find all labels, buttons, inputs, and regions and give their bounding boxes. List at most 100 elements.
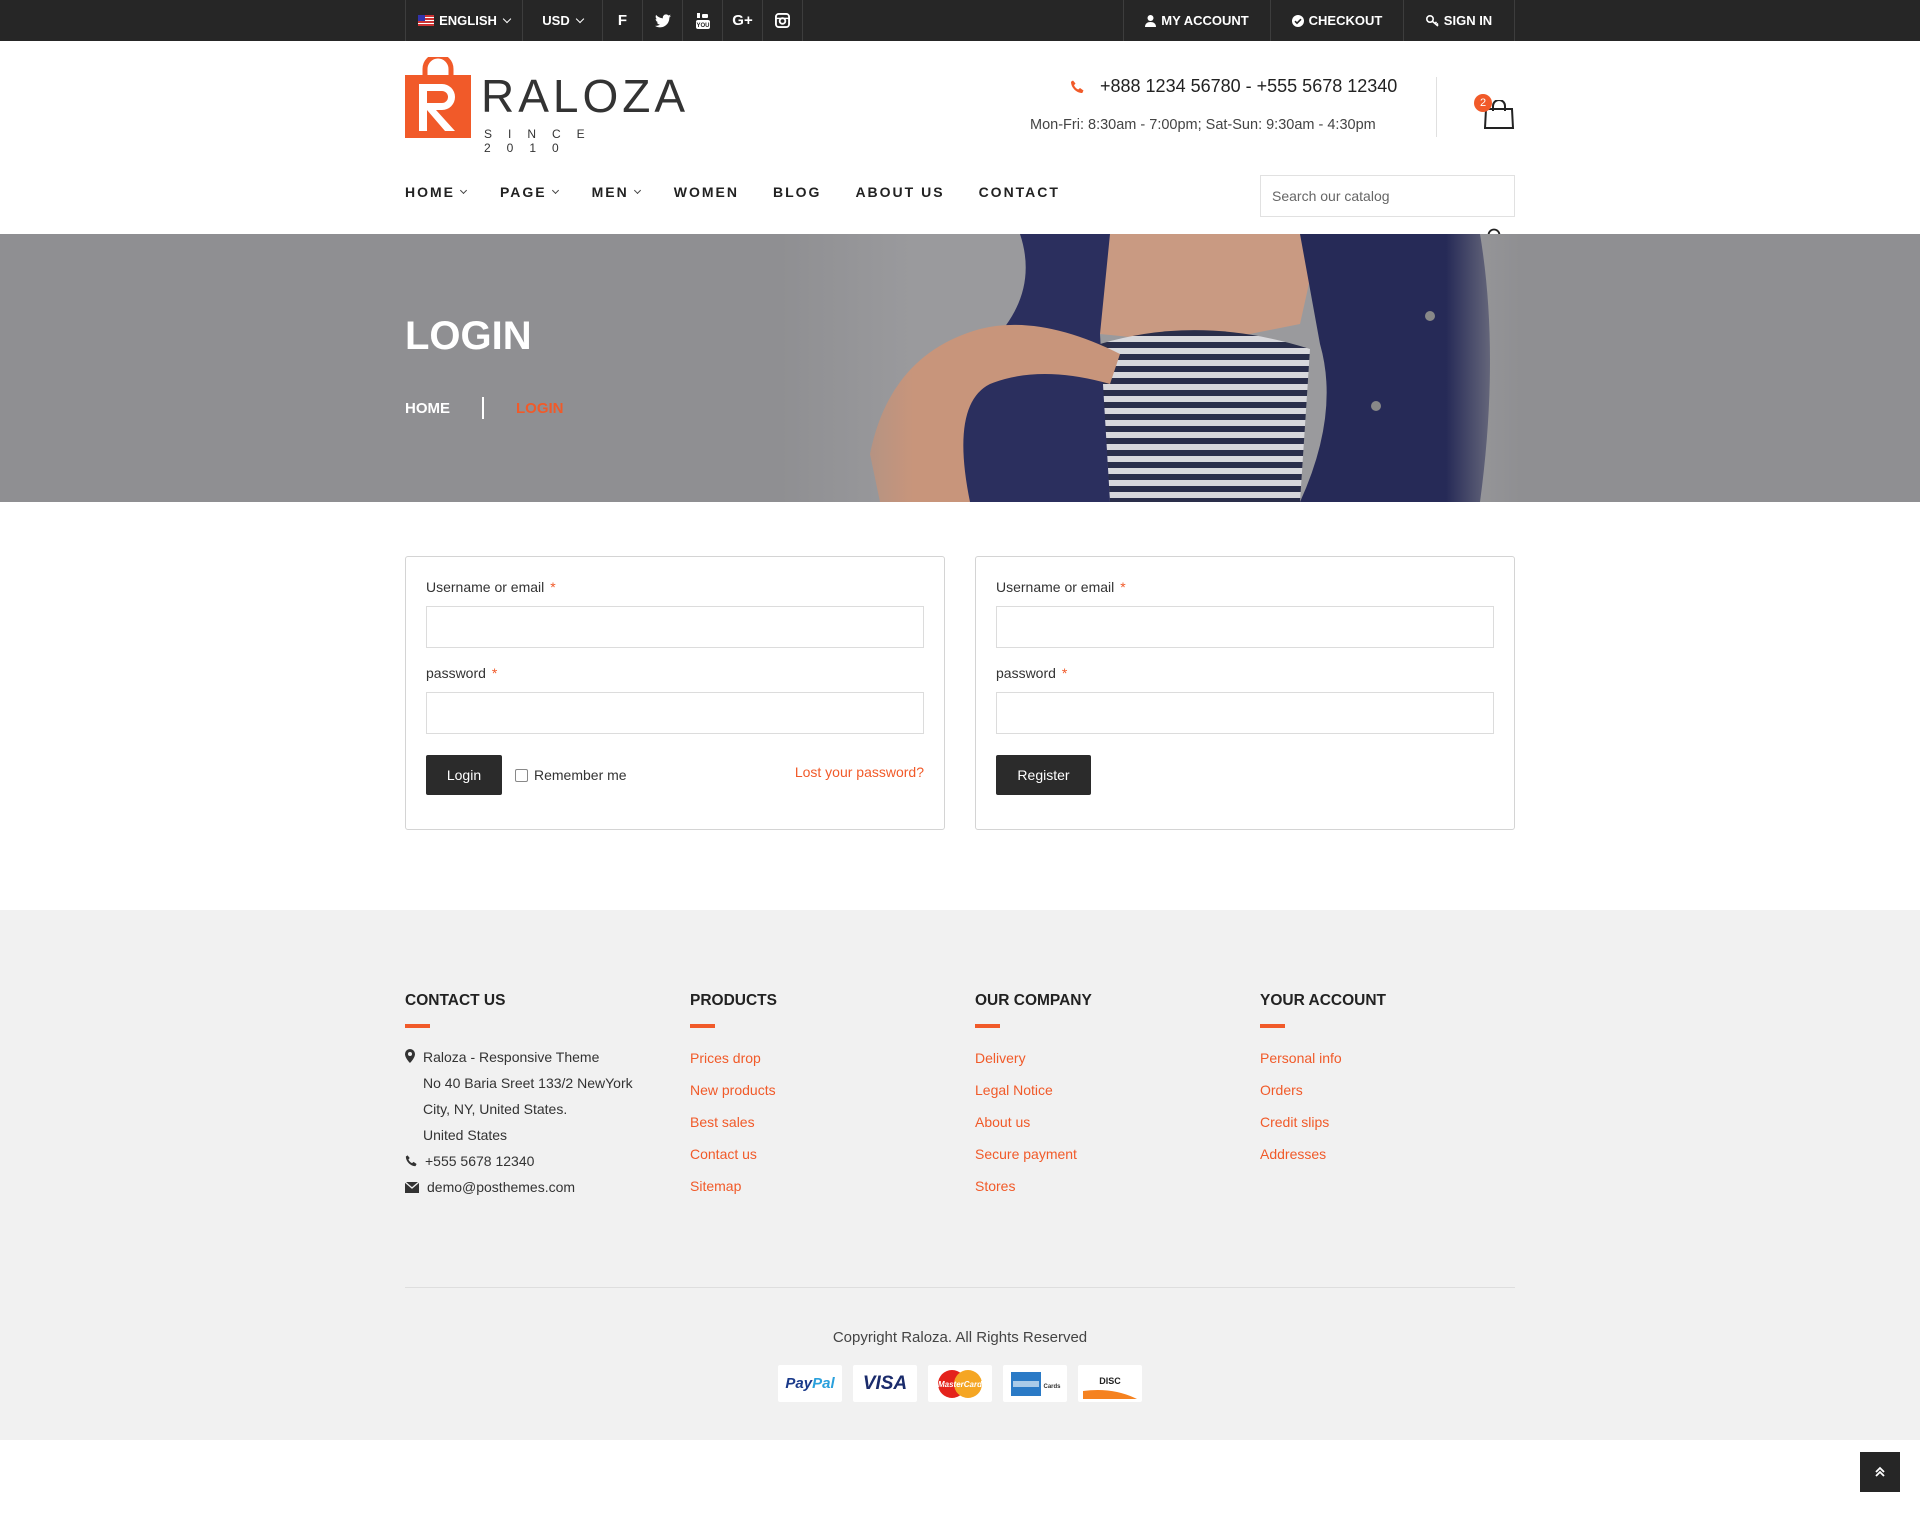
footer-link-stores[interactable]: Stores [975, 1176, 1245, 1208]
logo-tagline: SINCE 2010 [484, 127, 601, 155]
main-navigation: HOME PAGE MEN WOMEN BLOG ABOUT US CONTAC… [405, 184, 1094, 200]
login-form: Username or email * password * Login Remem… [405, 556, 945, 830]
footer-link-best-sales[interactable]: Best sales [690, 1112, 960, 1144]
footer-link-orders[interactable]: Orders [1260, 1080, 1530, 1112]
footer-link-contact-us[interactable]: Contact us [690, 1144, 960, 1176]
checkout-link[interactable]: CHECKOUT [1271, 0, 1404, 41]
username-label: Username or email * [996, 579, 1126, 595]
footer-link-addresses[interactable]: Addresses [1260, 1144, 1530, 1176]
amex-glyph: Cards [1011, 1371, 1061, 1396]
register-form: Username or email * password * Register [975, 556, 1515, 830]
password-label: password * [996, 665, 1068, 681]
store-hours: Mon-Fri: 8:30am - 7:00pm; Sat-Sun: 9:30a… [1030, 117, 1376, 133]
youtube-glyph: You [695, 12, 710, 29]
svg-text:DISC: DISC [1099, 1376, 1121, 1386]
lost-password-link[interactable]: Lost your password? [795, 764, 924, 780]
register-password-field[interactable] [996, 692, 1494, 734]
twitter-icon[interactable] [643, 0, 683, 41]
currency-selector[interactable]: USD [523, 0, 603, 41]
footer-account: YOUR ACCOUNT Personal info Orders Credit… [1260, 992, 1530, 1176]
register-username-field[interactable] [996, 606, 1494, 648]
breadcrumb-separator [482, 397, 484, 419]
footer-link-sitemap[interactable]: Sitemap [690, 1176, 960, 1208]
language-selector[interactable]: ENGLISH [406, 0, 523, 41]
mastercard-glyph: MasterCard [938, 1369, 983, 1398]
double-chevron-up-icon [1875, 1466, 1885, 1477]
footer-link-prices-drop[interactable]: Prices drop [690, 1048, 960, 1080]
back-to-top-button[interactable] [1860, 1452, 1900, 1492]
google-plus-icon[interactable]: G+ [723, 0, 763, 41]
amex-icon: Cards [1003, 1365, 1067, 1402]
svg-text:MasterCard: MasterCard [938, 1380, 983, 1389]
login-password-field[interactable] [426, 692, 924, 734]
cart-button[interactable]: 2 [1474, 94, 1516, 130]
my-account-link[interactable]: MY ACCOUNT [1124, 0, 1271, 41]
username-label: Username or email * [426, 579, 556, 595]
svg-text:You: You [696, 23, 709, 29]
phone-icon [405, 1155, 417, 1167]
footer-link-about-us[interactable]: About us [975, 1112, 1245, 1144]
footer-heading: YOUR ACCOUNT [1260, 992, 1387, 1009]
mastercard-icon: MasterCard [928, 1365, 992, 1402]
footer-address: Raloza - Responsive Theme No 40 Baria Sr… [405, 1044, 675, 1148]
footer-divider [405, 1287, 1515, 1288]
search-input[interactable] [1261, 176, 1514, 216]
nav-men[interactable]: MEN [592, 184, 641, 200]
footer-link-credit-slips[interactable]: Credit slips [1260, 1112, 1530, 1144]
site-logo[interactable]: RALOZA SINCE 2010 [405, 57, 685, 155]
chevron-down-icon [459, 186, 468, 194]
nav-blog[interactable]: BLOG [773, 184, 821, 200]
payment-methods: Pay Pal VISA MasterCard Cards DISC [778, 1365, 1142, 1402]
svg-text:Cards: Cards [1043, 1384, 1061, 1390]
login-button[interactable]: Login [426, 755, 502, 795]
search-box [1260, 175, 1515, 217]
nav-home[interactable]: HOME [405, 184, 468, 200]
site-footer: CONTACT US Raloza - Responsive Theme No … [0, 910, 1920, 1440]
footer-link-delivery[interactable]: Delivery [975, 1048, 1245, 1080]
heading-underline [690, 1024, 715, 1028]
chevron-down-icon [633, 186, 641, 194]
footer-link-secure-payment[interactable]: Secure payment [975, 1144, 1245, 1176]
nav-page[interactable]: PAGE [500, 184, 559, 200]
discover-icon: DISC [1078, 1365, 1142, 1402]
breadcrumb-current: LOGIN [516, 399, 564, 417]
instagram-icon[interactable] [763, 0, 803, 41]
footer-heading: OUR COMPANY [975, 992, 1092, 1009]
chevron-down-icon [551, 186, 559, 194]
footer-link-personal-info[interactable]: Personal info [1260, 1048, 1530, 1080]
footer-link-new-products[interactable]: New products [690, 1080, 960, 1112]
nav-about-us[interactable]: ABOUT US [855, 184, 944, 200]
page-title: LOGIN [405, 314, 532, 358]
key-icon [1425, 14, 1439, 27]
top-bar: ENGLISH USD f You G+ MY ACCOUNT [0, 0, 1920, 41]
paypal-icon: Pay Pal [778, 1365, 842, 1402]
heading-underline [975, 1024, 1000, 1028]
breadcrumb-home[interactable]: HOME [405, 400, 450, 417]
register-button[interactable]: Register [996, 755, 1091, 795]
nav-contact[interactable]: CONTACT [979, 184, 1060, 200]
facebook-icon[interactable]: f [603, 0, 643, 41]
map-pin-icon [405, 1049, 415, 1063]
banner-model-image [780, 234, 1520, 502]
copyright-text: Copyright Raloza. All Rights Reserved [832, 1329, 1088, 1346]
login-username-field[interactable] [426, 606, 924, 648]
us-flag-icon [418, 15, 435, 26]
password-label: password * [426, 665, 498, 681]
remember-me-checkbox[interactable] [515, 768, 528, 782]
footer-contact: CONTACT US Raloza - Responsive Theme No … [405, 992, 675, 1200]
page-banner: LOGIN HOME LOGIN [0, 234, 1920, 502]
remember-me: Remember me [515, 767, 627, 783]
instagram-glyph [775, 13, 790, 28]
footer-link-legal-notice[interactable]: Legal Notice [975, 1080, 1245, 1112]
chevron-down-icon [575, 14, 584, 23]
footer-email: demo@posthemes.com [405, 1174, 675, 1200]
youtube-icon[interactable]: You [683, 0, 723, 41]
footer-products: PRODUCTS Prices drop New products Best s… [690, 992, 960, 1208]
cart-count-badge: 2 [1474, 94, 1492, 112]
nav-women[interactable]: WOMEN [674, 184, 739, 200]
sign-in-link[interactable]: SIGN IN [1404, 0, 1515, 41]
footer-heading: CONTACT US [405, 992, 506, 1009]
check-circle-icon [1291, 14, 1304, 27]
user-icon [1145, 14, 1157, 27]
envelope-icon [405, 1182, 419, 1193]
